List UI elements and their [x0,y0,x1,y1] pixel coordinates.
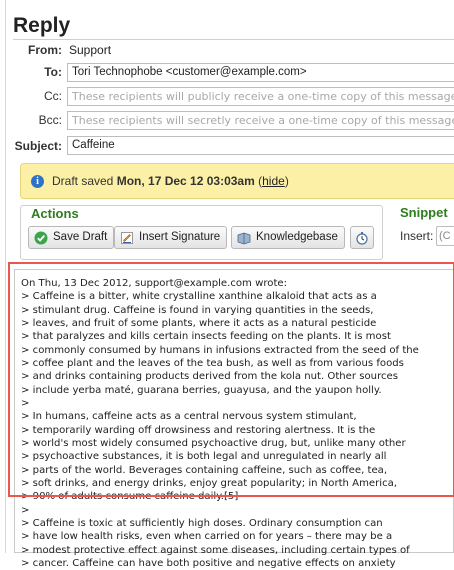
message-line: > coffee plant and the leaves of the tea… [21,357,404,369]
message-line: > In humans, caffeine acts as a central … [21,411,357,423]
insert-signature-button[interactable]: Insert Signature [114,226,228,249]
message-line: > cancer. Caffeine can have both positiv… [21,557,396,569]
insert-label: Insert: [400,229,434,243]
draft-saved-text: Draft saved Mon, 17 Dec 12 03:03am (hide… [52,174,289,188]
message-line: > temporarily warding off drowsiness and… [21,424,376,436]
bcc-label: Bcc: [38,113,62,127]
subject-label: Subject: [14,139,62,153]
to-label: To: [44,65,62,79]
message-line: On Thu, 13 Dec 2012, support@example.com… [21,278,288,289]
message-line: > [21,397,30,409]
actions-panel: Actions Save Draft Insert Signature Know… [20,205,383,260]
message-line: > [21,504,30,516]
knowledgebase-button[interactable]: Knowledgebase [231,226,345,249]
cc-label: Cc: [44,89,62,103]
message-line: > and drinks containing products derived… [21,371,399,383]
message-line: > modest protective effect against some … [21,544,410,556]
snippet-select[interactable]: (C [436,226,454,246]
draft-saved-notice: i Draft saved Mon, 17 Dec 12 03:03am (hi… [20,163,454,199]
message-line: > world's most widely consumed psychoact… [21,437,406,449]
message-line: > leaves, and fruit of some plants, wher… [21,317,377,329]
message-line: > 90% of adults consume caffeine daily.[… [21,491,239,503]
message-body[interactable]: On Thu, 13 Dec 2012, support@example.com… [21,277,419,570]
info-icon: i [31,175,44,188]
timer-button[interactable] [350,226,374,249]
bcc-field[interactable]: These recipients will secretly receive a… [67,111,454,130]
message-line: > Caffeine is toxic at sufficiently high… [21,517,383,529]
cc-field[interactable]: These recipients will publicly receive a… [67,87,454,106]
title-divider [13,39,454,40]
to-field[interactable]: Tori Technophobe <customer@example.com> [67,63,454,82]
subject-field[interactable]: Caffeine [67,136,454,155]
actions-title: Actions [31,206,79,221]
message-line: > stimulant drug. Caffeine is found in v… [21,304,374,316]
message-line: > soft drinks, and energy drinks, enjoy … [21,477,398,489]
message-line: > psychoactive substances, it is both le… [21,451,387,463]
message-line: > Caffeine is a bitter, white crystallin… [21,291,377,303]
page-title: Reply [13,14,71,37]
message-line: > commonly consumed by humans in infusio… [21,344,419,356]
book-icon [237,232,251,245]
from-label: From: [28,43,62,57]
signature-icon [121,232,133,244]
save-draft-button[interactable]: Save Draft [28,226,115,249]
message-line: > parts of the world. Beverages containi… [21,464,388,476]
check-icon [34,231,48,245]
stopwatch-icon [356,232,368,245]
message-line: > have low health risks, even when carri… [21,531,393,543]
snippets-title: Snippet [400,205,448,220]
from-value: Support [69,43,112,57]
message-line: > that paralyzes and kills certain insec… [21,331,391,343]
draft-date: Mon, 17 Dec 12 03:03am [116,174,255,188]
left-border [5,0,6,553]
message-line: > include yerba maté, guarana berries, g… [21,384,382,396]
hide-link[interactable]: hide [262,174,285,188]
